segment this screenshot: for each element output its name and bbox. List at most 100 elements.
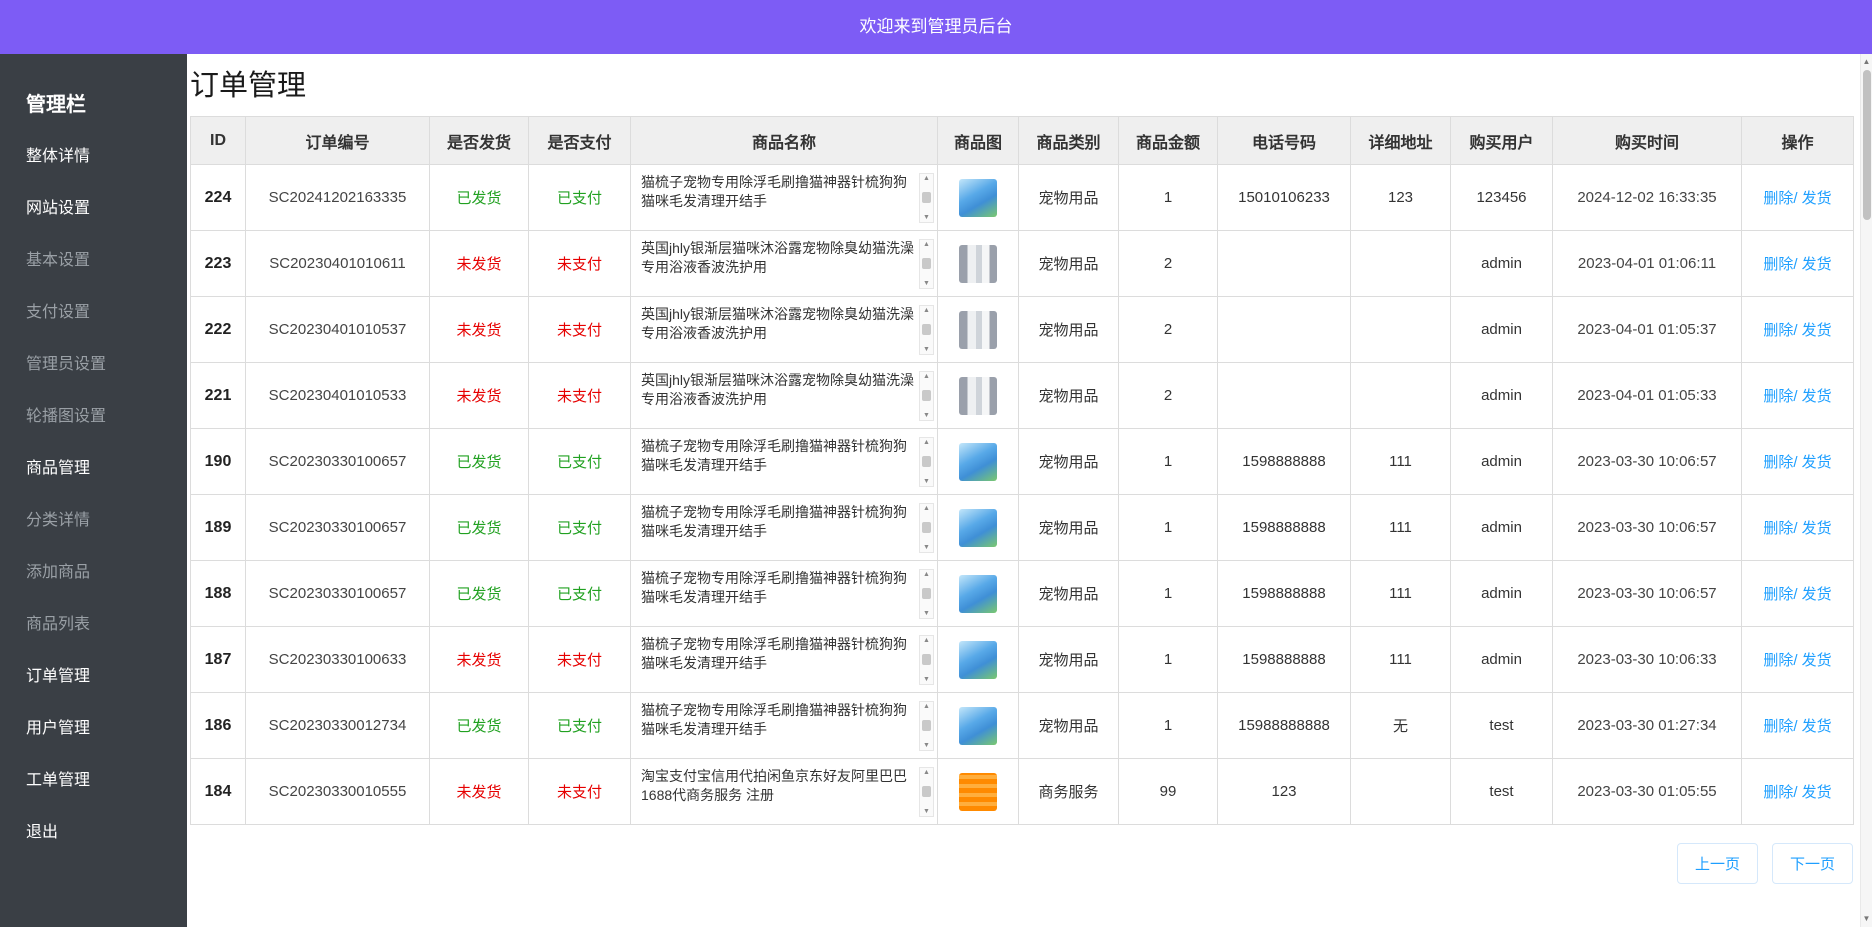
- product-name-scrollbar[interactable]: ▲ ▼: [919, 503, 934, 553]
- ship-link[interactable]: 发货: [1802, 520, 1832, 537]
- delete-link[interactable]: 删除: [1763, 388, 1793, 405]
- sidebar-item-carousel-settings[interactable]: 轮播图设置: [0, 391, 187, 443]
- product-category: 宠物用品: [1019, 363, 1119, 429]
- detail-address: 111: [1351, 627, 1451, 693]
- prev-page-button[interactable]: 上一页: [1677, 843, 1758, 884]
- scroll-down-icon[interactable]: ▼: [923, 676, 930, 683]
- scroll-thumb[interactable]: [922, 258, 931, 269]
- ship-link[interactable]: 发货: [1802, 652, 1832, 669]
- scroll-up-icon[interactable]: ▲: [923, 439, 930, 446]
- product-name-scrollbar[interactable]: ▲ ▼: [919, 701, 934, 751]
- delete-link[interactable]: 删除: [1763, 586, 1793, 603]
- scroll-thumb[interactable]: [922, 192, 931, 203]
- ship-link[interactable]: 发货: [1802, 454, 1832, 471]
- scroll-down-icon[interactable]: ▼: [923, 214, 930, 221]
- product-name-scrollbar[interactable]: ▲ ▼: [919, 371, 934, 421]
- scroll-down-icon[interactable]: ▼: [923, 412, 930, 419]
- ship-link[interactable]: 发货: [1802, 190, 1832, 207]
- scroll-up-icon[interactable]: ▲: [923, 505, 930, 512]
- delete-link[interactable]: 删除: [1763, 322, 1793, 339]
- ship-link[interactable]: 发货: [1802, 586, 1832, 603]
- scroll-down-icon[interactable]: ▼: [923, 346, 930, 353]
- product-image: [959, 509, 997, 547]
- sidebar-item-order-management[interactable]: 订单管理: [0, 651, 187, 703]
- page-scrollbar[interactable]: ▲ ▼: [1860, 54, 1872, 927]
- order-id: 190: [191, 429, 246, 495]
- sidebar-item-payment-settings[interactable]: 支付设置: [0, 287, 187, 339]
- scroll-down-icon[interactable]: ▼: [923, 544, 930, 551]
- phone-number: 1598888888: [1218, 495, 1351, 561]
- scroll-thumb[interactable]: [922, 522, 931, 533]
- scroll-up-icon[interactable]: ▲: [923, 769, 930, 776]
- product-name-scrollbar[interactable]: ▲ ▼: [919, 239, 934, 289]
- scroll-thumb[interactable]: [922, 456, 931, 467]
- sidebar-item-category-details[interactable]: 分类详情: [0, 495, 187, 547]
- product-name-scrollbar[interactable]: ▲ ▼: [919, 635, 934, 685]
- sidebar-item-logout[interactable]: 退出: [0, 807, 187, 859]
- pagination: 上一页 下一页: [190, 843, 1853, 884]
- pay-status: 已支付: [529, 165, 631, 231]
- scroll-up-icon[interactable]: ▲: [923, 241, 930, 248]
- scroll-thumb[interactable]: [922, 324, 931, 335]
- sidebar-item-site-settings[interactable]: 网站设置: [0, 183, 187, 235]
- product-name-cell: 英国jhly银渐层猫咪沐浴露宠物除臭幼猫洗澡专用浴液香波洗护用 ▲ ▼: [631, 231, 938, 297]
- scroll-up-icon[interactable]: ▲: [923, 175, 930, 182]
- delete-link[interactable]: 删除: [1763, 454, 1793, 471]
- scroll-up-icon[interactable]: ▲: [923, 307, 930, 314]
- product-amount: 99: [1119, 759, 1218, 825]
- scroll-thumb[interactable]: [922, 654, 931, 665]
- column-header-id: ID: [191, 117, 246, 165]
- delete-link[interactable]: 删除: [1763, 256, 1793, 273]
- scrollbar-down-icon[interactable]: ▼: [1863, 911, 1871, 927]
- ship-link[interactable]: 发货: [1802, 388, 1832, 405]
- scrollbar-thumb[interactable]: [1863, 70, 1871, 220]
- order-id: 224: [191, 165, 246, 231]
- scrollbar-up-icon[interactable]: ▲: [1863, 54, 1871, 70]
- product-category: 商务服务: [1019, 759, 1119, 825]
- scroll-thumb[interactable]: [922, 588, 931, 599]
- product-image-cell: [938, 759, 1019, 825]
- scroll-thumb[interactable]: [922, 390, 931, 401]
- product-name-scrollbar[interactable]: ▲ ▼: [919, 569, 934, 619]
- scroll-thumb[interactable]: [922, 786, 931, 797]
- product-category: 宠物用品: [1019, 231, 1119, 297]
- scroll-thumb[interactable]: [922, 720, 931, 731]
- sidebar-item-basic-settings[interactable]: 基本设置: [0, 235, 187, 287]
- product-name-scrollbar[interactable]: ▲ ▼: [919, 767, 934, 817]
- sidebar-item-product-list[interactable]: 商品列表: [0, 599, 187, 651]
- delete-link[interactable]: 删除: [1763, 784, 1793, 801]
- next-page-button[interactable]: 下一页: [1772, 843, 1853, 884]
- ship-link[interactable]: 发货: [1802, 718, 1832, 735]
- product-image-cell: [938, 693, 1019, 759]
- ship-link[interactable]: 发货: [1802, 784, 1832, 801]
- product-name-scrollbar[interactable]: ▲ ▼: [919, 173, 934, 223]
- sidebar-item-admin-settings[interactable]: 管理员设置: [0, 339, 187, 391]
- sidebar-item-add-product[interactable]: 添加商品: [0, 547, 187, 599]
- delete-link[interactable]: 删除: [1763, 520, 1793, 537]
- sidebar-item-ticket-management[interactable]: 工单管理: [0, 755, 187, 807]
- scroll-down-icon[interactable]: ▼: [923, 478, 930, 485]
- product-name-scrollbar[interactable]: ▲ ▼: [919, 305, 934, 355]
- ship-link[interactable]: 发货: [1802, 322, 1832, 339]
- delete-link[interactable]: 删除: [1763, 718, 1793, 735]
- order-number: SC20230330100657: [246, 495, 430, 561]
- delete-link[interactable]: 删除: [1763, 652, 1793, 669]
- ship-link[interactable]: 发货: [1802, 256, 1832, 273]
- sidebar-item-user-management[interactable]: 用户管理: [0, 703, 187, 755]
- scroll-up-icon[interactable]: ▲: [923, 373, 930, 380]
- scroll-up-icon[interactable]: ▲: [923, 637, 930, 644]
- scroll-up-icon[interactable]: ▲: [923, 703, 930, 710]
- delete-link[interactable]: 删除: [1763, 190, 1793, 207]
- detail-address: 111: [1351, 495, 1451, 561]
- scroll-down-icon[interactable]: ▼: [923, 742, 930, 749]
- scroll-down-icon[interactable]: ▼: [923, 280, 930, 287]
- product-name-scrollbar[interactable]: ▲ ▼: [919, 437, 934, 487]
- phone-number: [1218, 297, 1351, 363]
- sidebar-item-product-management[interactable]: 商品管理: [0, 443, 187, 495]
- scroll-down-icon[interactable]: ▼: [923, 610, 930, 617]
- sidebar-item-overall-details[interactable]: 整体详情: [0, 131, 187, 183]
- scroll-down-icon[interactable]: ▼: [923, 808, 930, 815]
- product-name: 淘宝支付宝信用代拍闲鱼京东好友阿里巴巴1688代商务服务 注册: [641, 767, 916, 817]
- phone-number: 1598888888: [1218, 627, 1351, 693]
- scroll-up-icon[interactable]: ▲: [923, 571, 930, 578]
